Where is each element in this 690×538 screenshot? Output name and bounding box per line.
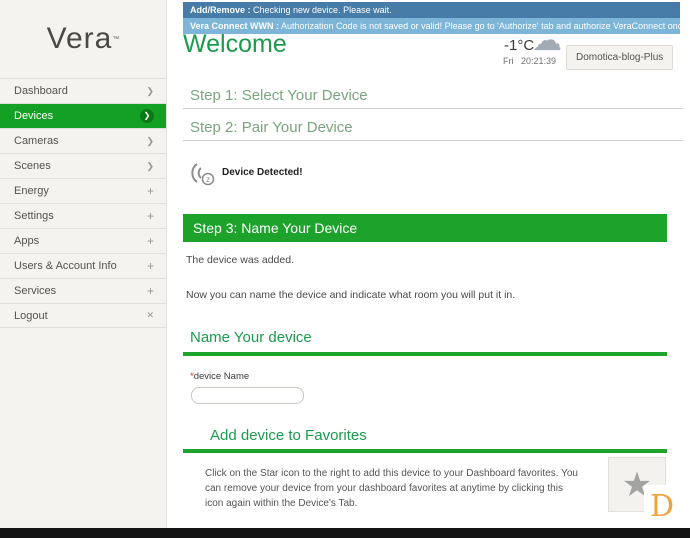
bottom-bar bbox=[0, 528, 690, 538]
sidebar-item-label: Energy bbox=[14, 185, 49, 197]
sidebar-item-label: Logout bbox=[14, 309, 48, 322]
sidebar-item-dashboard[interactable]: Dashboard ❯ bbox=[0, 78, 166, 103]
sidebar-item-label: Apps bbox=[14, 235, 40, 247]
chevron-right-circle-icon: ❯ bbox=[140, 109, 154, 123]
sidebar-item-label: Users & Account Info bbox=[14, 260, 117, 272]
green-divider-bar bbox=[183, 352, 667, 356]
close-icon: ✕ bbox=[146, 310, 154, 320]
clock-time: 20:21:39 bbox=[521, 56, 557, 66]
device-detected-text: Device Detected! bbox=[222, 167, 303, 178]
weather-day: Fri bbox=[503, 56, 514, 66]
chevron-right-icon: ❯ bbox=[146, 135, 154, 146]
temperature-value: -1°C bbox=[504, 37, 535, 54]
zwave-device-icon: z bbox=[191, 163, 215, 186]
device-name-input[interactable] bbox=[191, 387, 304, 404]
vera-logo: Vera ™ bbox=[0, 0, 166, 78]
sidebar-item-logout[interactable]: Logout ✕ bbox=[0, 303, 166, 328]
vera-app-window: Vera ™ Dashboard ❯ Devices ❯ Cameras ❯ Sc… bbox=[0, 0, 690, 538]
overlay-letter-box: D bbox=[644, 485, 680, 528]
plus-icon: + bbox=[146, 234, 154, 248]
chevron-right-icon: ❯ bbox=[146, 160, 154, 171]
zwave-letter: z bbox=[206, 175, 210, 184]
plus-icon: + bbox=[146, 209, 154, 223]
plus-icon: + bbox=[146, 284, 154, 298]
sidebar-item-energy[interactable]: Energy + bbox=[0, 178, 166, 203]
sidebar-item-label: Devices bbox=[14, 110, 54, 122]
step1-heading: Step 1: Select Your Device bbox=[190, 87, 368, 104]
chevron-right-icon: ❯ bbox=[146, 85, 154, 96]
sidebar-item-users-account-info[interactable]: Users & Account Info + bbox=[0, 253, 166, 278]
banner-text: Checking new device. Please wait. bbox=[250, 5, 392, 15]
green-divider-bar bbox=[183, 449, 667, 453]
overlay-letter: D bbox=[649, 489, 675, 524]
sidebar-item-label: Scenes bbox=[14, 160, 51, 172]
vera-logo-text: Vera bbox=[46, 22, 113, 55]
sidebar-menu: Dashboard ❯ Devices ❯ Cameras ❯ Scenes ❯… bbox=[0, 78, 166, 328]
sidebar-item-cameras[interactable]: Cameras ❯ bbox=[0, 128, 166, 153]
sidebar-item-settings[interactable]: Settings + bbox=[0, 203, 166, 228]
sidebar-item-services[interactable]: Services + bbox=[0, 278, 166, 303]
unit-selector-button[interactable]: Domotica-blog-Plus bbox=[566, 45, 674, 70]
name-device-instruction: Now you can name the device and indicate… bbox=[186, 289, 516, 301]
plus-icon: + bbox=[146, 259, 154, 273]
sidebar-item-label: Cameras bbox=[14, 135, 59, 147]
trademark-symbol: ™ bbox=[112, 35, 120, 43]
banner-text: Authorization Code is not saved or valid… bbox=[279, 21, 680, 31]
sidebar-item-label: Services bbox=[14, 285, 57, 297]
divider bbox=[183, 108, 683, 109]
divider bbox=[183, 140, 683, 141]
favorites-instruction-text: Click on the Star icon to the right to a… bbox=[205, 468, 578, 509]
sidebar-item-apps[interactable]: Apps + bbox=[0, 228, 166, 253]
device-name-label: *device Name bbox=[190, 371, 250, 382]
favorites-heading: Add device to Favorites bbox=[210, 427, 367, 444]
banner-add-remove-message: Add/Remove : Checking new device. Please… bbox=[183, 2, 680, 18]
page-title: Welcome bbox=[183, 30, 287, 58]
sidebar-item-label: Settings bbox=[14, 210, 54, 222]
sidebar-item-devices[interactable]: Devices ❯ bbox=[0, 103, 166, 128]
banner-label: Add/Remove : bbox=[190, 5, 251, 15]
step3-heading: Step 3: Name Your Device bbox=[193, 220, 358, 236]
sidebar-item-scenes[interactable]: Scenes ❯ bbox=[0, 153, 166, 178]
step3-heading-bar: Step 3: Name Your Device bbox=[183, 214, 667, 242]
device-added-text: The device was added. bbox=[186, 254, 294, 266]
step2-heading: Step 2: Pair Your Device bbox=[190, 119, 353, 136]
name-device-heading: Name Your device bbox=[190, 329, 312, 346]
plus-icon: + bbox=[146, 184, 154, 198]
sidebar: Vera ™ Dashboard ❯ Devices ❯ Cameras ❯ Sc… bbox=[0, 0, 167, 528]
sidebar-item-label: Dashboard bbox=[14, 85, 68, 97]
cloud-icon: ☁ bbox=[532, 24, 562, 57]
